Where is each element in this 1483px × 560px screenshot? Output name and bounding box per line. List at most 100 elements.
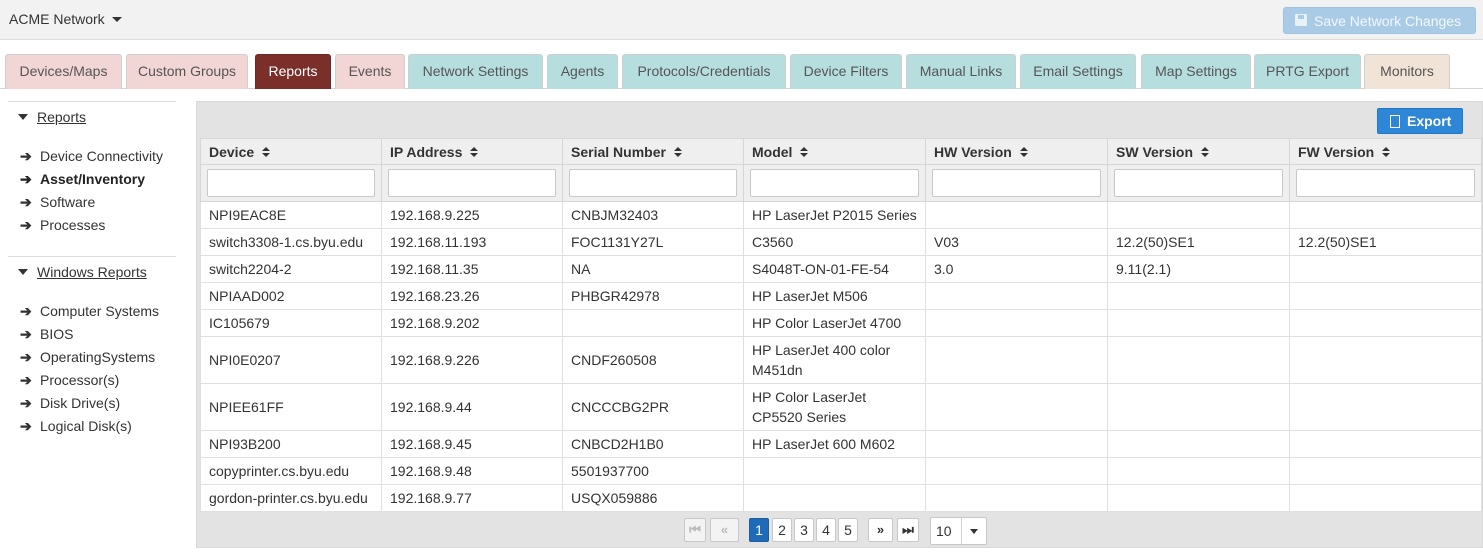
arrow-right-icon: ➔ xyxy=(20,217,32,233)
table-row[interactable]: IC105679 192.168.9.202 HP Color LaserJet 4… xyxy=(200,309,1482,337)
page-button-3[interactable]: 3 xyxy=(794,518,814,542)
export-button[interactable]: Export xyxy=(1377,108,1463,134)
sidebar-item-logical-disk-s-[interactable]: ➔ Logical Disk(s) xyxy=(20,418,132,435)
sort-icon[interactable] xyxy=(800,146,809,158)
table-row[interactable]: switch2204-2 192.168.11.35 NA S4048T-ON-01-… xyxy=(200,255,1482,283)
table-cell: 192.168.9.225 xyxy=(381,201,563,229)
table-row[interactable]: NPIAAD002 192.168.23.26 PHBGR42978 HP Laser… xyxy=(200,282,1482,310)
last-page-button[interactable]: ⏭ xyxy=(897,518,919,542)
sort-icon[interactable] xyxy=(673,146,682,158)
filter-input-model[interactable] xyxy=(750,169,919,197)
column-header-label: FW Version xyxy=(1298,143,1375,160)
column-header-label: Serial Number xyxy=(571,143,666,160)
table-cell: CNBCD2H1B0 xyxy=(562,430,744,458)
filter-input-sw-version[interactable] xyxy=(1114,169,1283,197)
tab-email-settings[interactable]: Email Settings xyxy=(1020,54,1136,89)
arrow-right-icon: ➔ xyxy=(20,194,32,210)
table-cell: PHBGR42978 xyxy=(562,282,744,310)
table-cell: 12.2(50)SE1 xyxy=(1107,228,1290,256)
sidebar-item-label: Logical Disk(s) xyxy=(40,418,132,434)
arrow-right-icon: ➔ xyxy=(20,148,32,164)
table-row[interactable]: NPIEE61FF 192.168.9.44 CNCCCBG2PR HP Color … xyxy=(200,383,1482,431)
tab-network-settings[interactable]: Network Settings xyxy=(408,54,543,89)
sidebar-item-processes[interactable]: ➔ Processes xyxy=(20,217,105,234)
filter-input-serial-number[interactable] xyxy=(569,169,737,197)
sort-icon[interactable] xyxy=(1382,146,1391,158)
page-button-4[interactable]: 4 xyxy=(816,518,836,542)
table-cell xyxy=(1107,457,1290,485)
tab-device-filters[interactable]: Device Filters xyxy=(790,54,902,89)
sidebar-item-device-connectivity[interactable]: ➔ Device Connectivity xyxy=(20,148,163,165)
column-header-label: IP Address xyxy=(390,143,463,160)
page-button-5[interactable]: 5 xyxy=(838,518,858,542)
reports-heading[interactable]: Reports xyxy=(18,109,86,125)
table-row[interactable]: copyprinter.cs.byu.edu 192.168.9.48 550193… xyxy=(200,457,1482,485)
previous-page-button[interactable]: « xyxy=(710,518,739,542)
column-header-device[interactable]: Device xyxy=(200,138,382,165)
table-cell: HP LaserJet M506 xyxy=(743,282,926,310)
tab-events[interactable]: Events xyxy=(335,54,405,89)
table-row[interactable]: gordon-printer.cs.byu.edu 192.168.9.77 USQ… xyxy=(200,484,1482,512)
column-header-label: Device xyxy=(209,143,255,160)
column-header-serial-number[interactable]: Serial Number xyxy=(562,138,744,165)
sidebar-item-computer-systems[interactable]: ➔ Computer Systems xyxy=(20,303,159,320)
table-row[interactable]: NPI93B200 192.168.9.45 CNBCD2H1B0 HP LaserJ… xyxy=(200,430,1482,458)
sidebar-item-label: Device Connectivity xyxy=(40,148,163,164)
sort-icon[interactable] xyxy=(470,146,479,158)
filter-input-device[interactable] xyxy=(207,169,375,197)
windows-reports-heading[interactable]: Windows Reports xyxy=(18,264,147,280)
table-cell xyxy=(925,430,1108,458)
column-header-sw-version[interactable]: SW Version xyxy=(1107,138,1290,165)
sidebar-item-disk-drive-s-[interactable]: ➔ Disk Drive(s) xyxy=(20,395,120,412)
filter-input-ip-address[interactable] xyxy=(388,169,556,197)
sidebar-item-label: Computer Systems xyxy=(40,303,160,319)
tab-manual-links[interactable]: Manual Links xyxy=(906,54,1016,89)
table-row[interactable]: NPI9EAC8E 192.168.9.225 CNBJM32403 HP Laser… xyxy=(200,201,1482,229)
tab-custom-groups[interactable]: Custom Groups xyxy=(126,54,248,89)
tab-map-settings[interactable]: Map Settings xyxy=(1141,54,1251,89)
first-page-button[interactable]: ⏮ xyxy=(684,518,706,542)
divider xyxy=(8,101,176,102)
asset-inventory-table: Device IP Address Serial Number Model HW Ver… xyxy=(200,138,1482,512)
table-cell xyxy=(925,201,1108,229)
sidebar-item-processor-s-[interactable]: ➔ Processor(s) xyxy=(20,372,119,389)
filter-input-fw-version[interactable] xyxy=(1296,169,1475,197)
filter-input-hw-version[interactable] xyxy=(932,169,1101,197)
table-cell: switch2204-2 xyxy=(200,255,382,283)
filter-cell xyxy=(1289,164,1482,202)
next-page-button[interactable]: » xyxy=(868,518,893,542)
tab-protocols-credentials[interactable]: Protocols/Credentials xyxy=(622,54,786,89)
sort-icon[interactable] xyxy=(1019,146,1028,158)
table-cell xyxy=(1107,201,1290,229)
sidebar-item-bios[interactable]: ➔ BIOS xyxy=(20,326,73,343)
table-row[interactable]: NPI0E0207 192.168.9.226 CNDF260508 HP Laser… xyxy=(200,336,1482,384)
column-header-fw-version[interactable]: FW Version xyxy=(1289,138,1482,165)
sidebar-item-software[interactable]: ➔ Software xyxy=(20,194,95,211)
page-button-2[interactable]: 2 xyxy=(772,518,792,542)
arrow-right-icon: ➔ xyxy=(20,349,32,365)
table-cell: 192.168.9.44 xyxy=(381,383,563,431)
tab-devices-maps[interactable]: Devices/Maps xyxy=(5,54,122,89)
column-header-model[interactable]: Model xyxy=(743,138,926,165)
arrow-right-icon: ➔ xyxy=(20,395,32,411)
table-cell: IC105679 xyxy=(200,309,382,337)
table-filter-row xyxy=(200,164,1482,202)
network-selector[interactable]: ACME Network xyxy=(9,11,122,27)
table-cell xyxy=(1289,201,1482,229)
tab-prtg-export[interactable]: PRTG Export xyxy=(1254,54,1361,89)
table-row[interactable]: switch3308-1.cs.byu.edu 192.168.11.193 FOC… xyxy=(200,228,1482,256)
export-button-label: Export xyxy=(1407,113,1452,129)
tab-agents[interactable]: Agents xyxy=(547,54,618,89)
column-header-ip-address[interactable]: IP Address xyxy=(381,138,563,165)
sort-icon[interactable] xyxy=(1201,146,1210,158)
sidebar-item-operatingsystems[interactable]: ➔ OperatingSystems xyxy=(20,349,155,366)
page-button-1[interactable]: 1 xyxy=(749,518,769,542)
column-header-hw-version[interactable]: HW Version xyxy=(925,138,1108,165)
sidebar-item-asset-inventory[interactable]: ➔ Asset/Inventory xyxy=(20,171,145,188)
table-cell: HP LaserJet 600 M602 xyxy=(743,430,926,458)
sort-icon[interactable] xyxy=(262,146,271,158)
tab-monitors[interactable]: Monitors xyxy=(1364,54,1450,89)
tab-reports[interactable]: Reports xyxy=(255,54,331,89)
save-network-changes-button[interactable]: Save Network Changes xyxy=(1283,7,1476,34)
page-size-select[interactable]: 10 xyxy=(930,517,987,545)
